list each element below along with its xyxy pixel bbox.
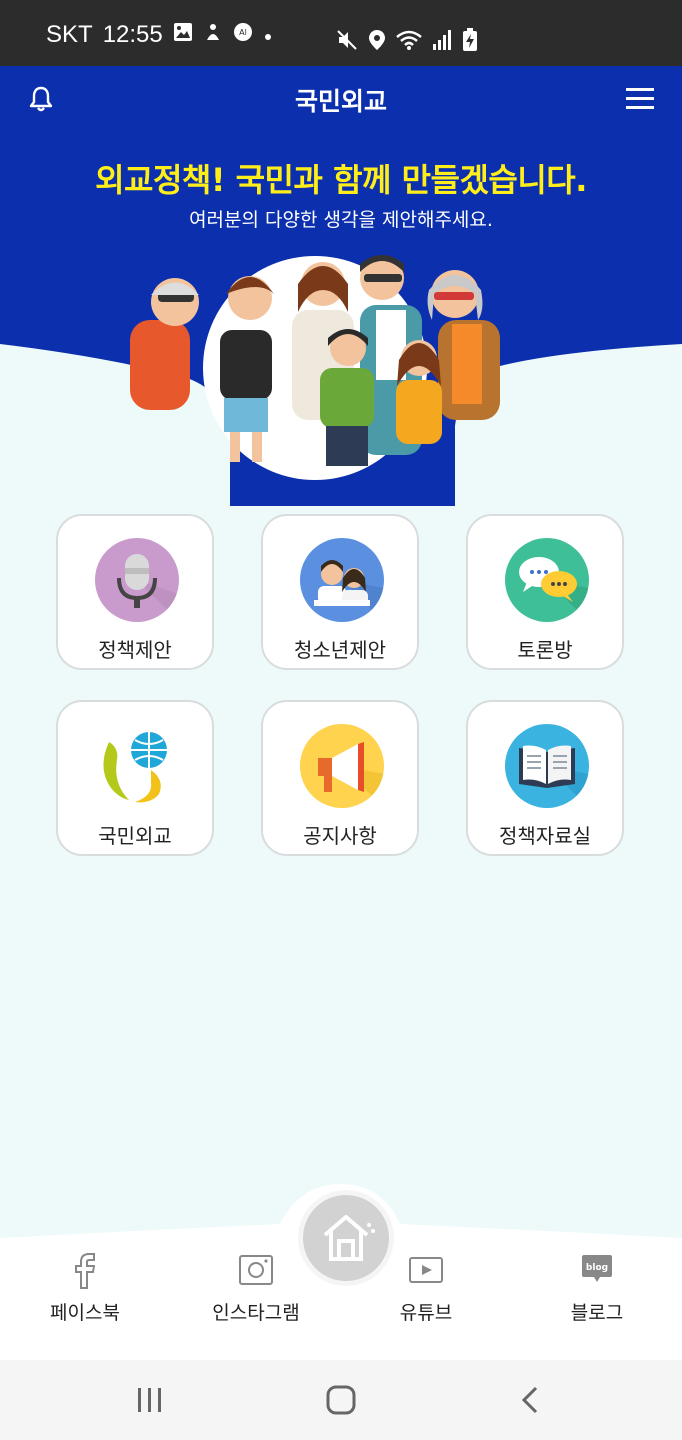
blog-icon-text: blog [586,1263,608,1273]
location-icon [368,29,386,55]
svg-text:Al: Al [239,28,247,37]
blog-icon: blog [537,1250,657,1290]
tile-youth-proposal[interactable]: 청소년제안 [261,514,419,670]
tile-policy-proposal[interactable]: 정책제안 [56,514,214,670]
facebook-label: 페이스북 [50,1302,120,1324]
tile-label: 정책제안 [98,638,172,662]
instagram-label: 인스타그램 [212,1302,300,1324]
signal-icon [432,29,452,55]
back-icon[interactable] [516,1382,546,1422]
battery-charging-icon [462,28,478,56]
youtube-link[interactable]: 유튜브 [366,1250,486,1325]
tile-discussion-room[interactable]: 토론방 [466,514,624,670]
megaphone-icon [300,724,384,808]
mute-icon [336,29,358,55]
tile-label: 공지사항 [303,824,377,848]
tile-label: 정책자료실 [499,824,591,848]
tile-label: 청소년제안 [294,638,386,662]
gallery-icon [173,22,193,48]
instagram-link[interactable]: 인스타그램 [196,1250,316,1325]
instagram-icon [196,1250,316,1290]
app-notification-icon [203,22,223,48]
vpn-icon: Al [233,22,253,48]
youtube-icon [366,1250,486,1290]
hamburger-menu-icon[interactable] [624,86,656,116]
carrier-label: SKT [46,21,93,48]
globe-people-logo-icon [95,724,179,808]
students-icon [300,538,384,622]
hero-subline: 여러분의 다양한 생각을 제안해주세요. [189,209,493,231]
tile-label: 국민외교 [98,824,172,848]
wifi-icon [396,29,422,55]
tile-notices[interactable]: 공지사항 [261,700,419,856]
recent-apps-icon[interactable] [134,1382,166,1422]
facebook-link[interactable]: 페이스북 [25,1250,145,1325]
book-icon [505,724,589,808]
more-notifications-dot-icon [263,22,273,48]
app-title: 국민외교 [294,87,387,116]
status-icons [336,28,478,56]
blog-link[interactable]: blog 블로그 [537,1250,657,1325]
blog-label: 블로그 [570,1302,624,1324]
status-bar: SKT 12:55 Al [0,0,682,66]
clock: 12:55 [102,21,163,48]
citizens-illustration [120,250,510,486]
youtube-label: 유튜브 [399,1302,453,1324]
facebook-icon [25,1250,145,1290]
tile-public-diplomacy[interactable]: 국민외교 [56,700,214,856]
chat-bubbles-icon [505,538,589,622]
tile-policy-library[interactable]: 정책자료실 [466,700,624,856]
tile-label: 토론방 [517,638,573,662]
hero-headline: 외교정책! 국민과 함께 만들겠습니다. [95,161,587,199]
microphone-icon [95,538,179,622]
home-nav-icon[interactable] [323,1382,359,1422]
system-nav-bar [0,1360,682,1440]
